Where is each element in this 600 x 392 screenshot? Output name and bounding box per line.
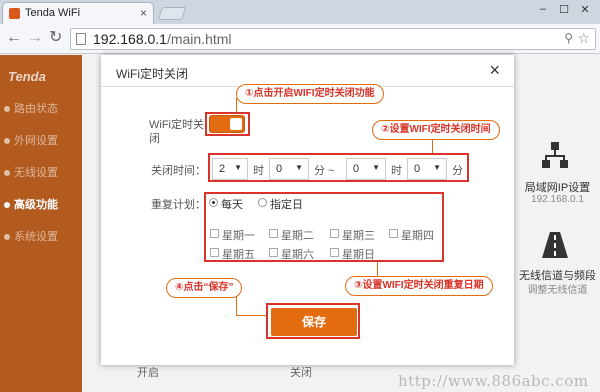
- maximize-button[interactable]: ☐: [554, 3, 574, 18]
- reload-icon[interactable]: ↻: [49, 30, 62, 46]
- highlight-time-row: [208, 153, 469, 182]
- highlight-toggle: [205, 112, 250, 136]
- address-bar[interactable]: 192.168.0.1/main.html ⚲ ☆: [70, 28, 596, 50]
- connector-line: [236, 98, 237, 112]
- network-icon[interactable]: [540, 140, 570, 170]
- zoom-icon[interactable]: ⚲: [564, 31, 573, 45]
- channel-sub: 调整无线信道: [527, 285, 588, 296]
- star-icon[interactable]: ☆: [577, 30, 590, 47]
- nav-item-wireless[interactable]: 无线设置: [0, 163, 82, 183]
- tab-bar: Tenda WiFi × – ☐ ✕: [0, 0, 600, 24]
- nav-label: 高级功能: [14, 199, 58, 211]
- nav-dot-icon: [4, 106, 10, 112]
- bottom-label-off: 关闭: [290, 367, 312, 379]
- nav-item-wan[interactable]: 外网设置: [0, 131, 82, 151]
- dialog-title: WiFi定时关闭: [116, 67, 188, 81]
- tab-title: Tenda WiFi: [25, 7, 81, 19]
- annotation-step3: ③设置WIFI定时关闭重复日期: [345, 276, 493, 296]
- lan-ip-value: 192.168.0.1: [531, 194, 584, 205]
- nav-item-status[interactable]: 路由状态: [0, 99, 82, 119]
- nav-label: 无线设置: [14, 167, 58, 179]
- minimize-button[interactable]: –: [533, 3, 553, 18]
- off-time-label: 关闭时间：: [151, 165, 206, 177]
- close-icon[interactable]: ×: [489, 60, 500, 81]
- connector-line: [432, 140, 433, 153]
- browser-tab[interactable]: Tenda WiFi ×: [2, 2, 154, 24]
- nav-dot-icon: [4, 234, 10, 240]
- tenda-logo: Tenda: [8, 69, 46, 84]
- wifi-timer-label: WiFi定时关闭: [149, 119, 204, 145]
- right-panel: 局域网IP设置 192.168.0.1 无线信道与频段 调整无线信道: [515, 55, 600, 392]
- back-icon[interactable]: ←: [6, 30, 22, 46]
- annotation-step1: ①点击开启WIFI定时关闭功能: [236, 84, 384, 104]
- url-host: 192.168.0.1: [93, 31, 167, 47]
- url-path: /main.html: [166, 31, 232, 47]
- nav-label: 系统设置: [14, 231, 58, 243]
- close-window-button[interactable]: ✕: [575, 3, 595, 18]
- repeat-label: 重复计划：: [151, 199, 206, 211]
- nav-dot-icon: [4, 202, 10, 208]
- annotation-step4: ④点击“保存”: [166, 278, 243, 298]
- url-text: 192.168.0.1/main.html: [93, 31, 232, 47]
- nav-label: 路由状态: [14, 103, 58, 115]
- nav-item-system[interactable]: 系统设置: [0, 227, 82, 247]
- nav-label: 外网设置: [14, 135, 58, 147]
- router-sidebar: Tenda 路由状态 外网设置 无线设置 高级功能 系统设置: [0, 55, 82, 392]
- browser-toolbar: ← → ↻ 192.168.0.1/main.html ⚲ ☆: [0, 24, 600, 54]
- dialog-header: WiFi定时关闭 ×: [101, 55, 514, 87]
- annotation-step2: ②设置WIFI定时关闭时间: [372, 120, 500, 140]
- site-watermark: http://www.886abc.com: [398, 372, 589, 390]
- connector-line: [377, 262, 378, 276]
- tab-close-icon[interactable]: ×: [140, 6, 147, 20]
- highlight-save-button: [266, 303, 360, 339]
- tenda-favicon-icon: [9, 8, 20, 19]
- connector-line: [236, 296, 237, 316]
- nav-dot-icon: [4, 138, 10, 144]
- highlight-repeat-days: [204, 192, 444, 262]
- new-tab-button[interactable]: [157, 7, 187, 20]
- bottom-label-on: 开启: [137, 367, 159, 379]
- road-icon[interactable]: [540, 230, 570, 260]
- nav-item-advanced[interactable]: 高级功能: [0, 195, 82, 215]
- forward-icon[interactable]: →: [27, 30, 43, 46]
- lan-ip-title[interactable]: 局域网IP设置: [515, 179, 600, 195]
- nav-dot-icon: [4, 170, 10, 176]
- page-icon: [76, 33, 86, 45]
- connector-line: [236, 315, 266, 316]
